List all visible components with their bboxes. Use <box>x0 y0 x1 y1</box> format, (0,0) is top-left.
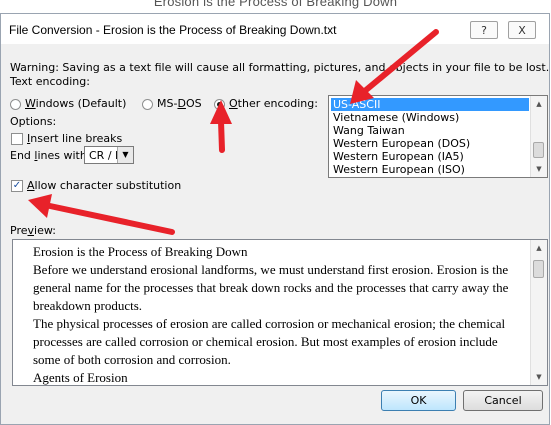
triangle-up-icon[interactable]: ▲ <box>531 96 547 112</box>
allow-substitution-label: Allow character substitution <box>27 179 182 192</box>
radio-windows-default-label: Windows (Default) <box>25 97 127 110</box>
preview-line: general name for the processes that brea… <box>33 280 509 295</box>
encoding-option[interactable]: Western European (ISO) <box>331 163 529 176</box>
preview-label: Preview: <box>10 224 56 237</box>
preview-line: processes are called corrosion or chemic… <box>33 334 498 349</box>
end-lines-select[interactable]: CR / LF ▼ <box>84 146 134 164</box>
preview-line: Before we understand erosional landforms… <box>33 262 509 277</box>
text-encoding-label: Text encoding: <box>10 75 90 88</box>
preview-line: The physical processes of erosion are ca… <box>33 316 506 331</box>
background-document-heading: Erosion is the Process of Breaking Down <box>153 0 398 9</box>
radio-dot-icon <box>214 99 225 110</box>
insert-line-breaks-label: Insert line breaks <box>27 132 123 145</box>
scrollbar-thumb[interactable] <box>533 260 544 278</box>
encoding-option[interactable]: Western European (DOS) <box>331 137 529 150</box>
encoding-listbox[interactable]: US-ASCII Vietnamese (Windows) Wang Taiwa… <box>328 95 548 178</box>
preview-line: Erosion is the Process of Breaking Down <box>33 244 248 259</box>
preview-line: some of both corrosion and corrosion. <box>33 352 231 367</box>
close-icon: X <box>518 24 526 37</box>
warning-text: Warning: Saving as a text file will caus… <box>10 61 550 74</box>
radio-other-encoding-label: Other encoding: <box>229 97 318 110</box>
cancel-button[interactable]: Cancel <box>463 390 543 411</box>
scrollbar-thumb[interactable] <box>533 142 544 158</box>
encoding-option[interactable]: Vietnamese (Windows) <box>331 111 529 124</box>
radio-ms-dos-label: MS-DOS <box>157 97 202 110</box>
help-icon: ? <box>481 24 487 37</box>
preview-line: Agents of Erosion <box>33 370 128 385</box>
checkmark-icon: ✓ <box>11 180 23 192</box>
chevron-down-icon[interactable]: ▼ <box>117 147 133 163</box>
triangle-down-icon[interactable]: ▼ <box>531 369 547 385</box>
file-conversion-dialog: File Conversion - Erosion is the Process… <box>0 13 550 425</box>
close-button[interactable]: X <box>508 21 536 39</box>
encoding-option[interactable]: Western European (IA5) <box>331 150 529 163</box>
preview-scrollbar[interactable]: ▲ ▼ <box>530 240 547 385</box>
preview-line: breakdown products. <box>33 298 143 313</box>
end-lines-label: End lines with: <box>10 149 91 162</box>
encoding-option[interactable]: Wang Taiwan <box>331 124 529 137</box>
encoding-option-selected[interactable]: US-ASCII <box>331 98 529 111</box>
encoding-scrollbar[interactable]: ▲ ▼ <box>530 96 547 177</box>
radio-dot-icon <box>10 99 21 110</box>
radio-dot-icon <box>142 99 153 110</box>
checkbox-box <box>11 133 23 145</box>
title-bar: File Conversion - Erosion is the Process… <box>1 14 549 44</box>
options-label: Options: <box>10 115 57 128</box>
preview-pane[interactable]: Erosion is the Process of Breaking Down … <box>12 239 548 386</box>
triangle-down-icon[interactable]: ▼ <box>531 161 547 177</box>
dialog-title: File Conversion - Erosion is the Process… <box>9 23 337 37</box>
help-button[interactable]: ? <box>470 21 498 39</box>
ok-button[interactable]: OK <box>381 390 456 411</box>
triangle-up-icon[interactable]: ▲ <box>531 240 547 256</box>
